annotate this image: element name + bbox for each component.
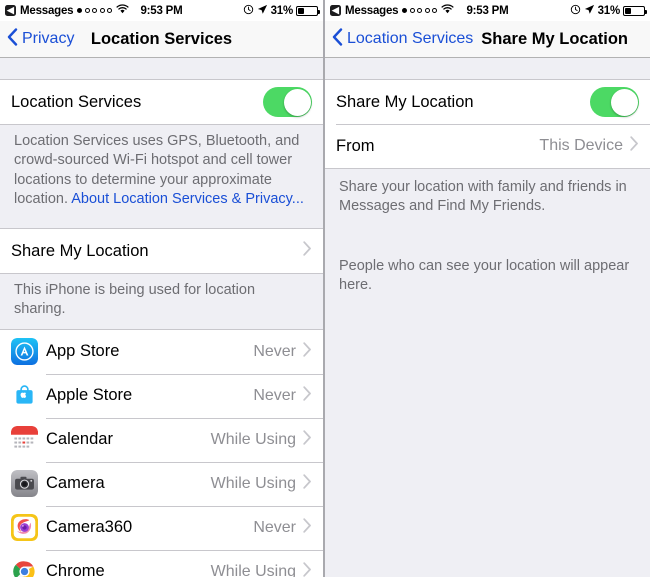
app-name-label: App Store — [46, 342, 120, 361]
status-bar-right: ◀ Messages 9:53 PM 31% — [325, 0, 650, 21]
app-store-icon — [11, 338, 38, 366]
left-content: Location Services Location Services uses… — [0, 58, 323, 577]
page-title-right: Share My Location — [481, 29, 628, 48]
status-bar-right-group: 31% — [570, 4, 647, 18]
app-permissions-group: App Store Never Apple Store Never Calend… — [0, 328, 323, 577]
location-services-group: Location Services — [0, 79, 323, 125]
toggle-share-my-location[interactable] — [590, 87, 639, 117]
camera-icon — [11, 470, 38, 498]
alarm-clock-icon — [243, 4, 254, 18]
status-bar-left: ◀ Messages 9:53 PM 31% — [0, 0, 323, 21]
chevron-right-icon — [630, 136, 639, 156]
from-value: This Device — [539, 137, 623, 154]
row-from[interactable]: From This Device — [325, 124, 650, 168]
back-button-location-services[interactable]: Location Services — [332, 27, 474, 51]
app-permission-value: Never — [253, 518, 296, 536]
row-label-from: From — [336, 136, 375, 155]
app-name-label: Apple Store — [46, 386, 133, 405]
share-my-location-group: Share My Location — [0, 228, 323, 275]
row-label-location-services: Location Services — [11, 92, 142, 111]
chevron-right-icon — [303, 241, 312, 261]
page-title-left: Location Services — [90, 29, 233, 48]
alarm-clock-icon — [570, 4, 581, 18]
left-screen-location-services: ◀ Messages 9:53 PM 31% Privacy Location … — [0, 0, 325, 577]
calendar-icon — [11, 426, 38, 454]
apple-store-icon — [11, 382, 38, 410]
about-location-services-privacy-link[interactable]: About Location Services & Privacy... — [71, 191, 304, 207]
spacer-mid-left — [0, 218, 323, 228]
spacer-top-left — [0, 58, 323, 79]
app-name-label: Chrome — [46, 562, 105, 577]
app-permission-value: While Using — [210, 474, 296, 492]
dual-screenshot-container: ◀ Messages 9:53 PM 31% Privacy Location … — [0, 0, 650, 577]
toggle-location-services[interactable] — [263, 87, 312, 117]
nav-bar-right: Location Services Share My Location — [325, 21, 650, 58]
chevron-right-icon — [303, 429, 312, 450]
row-share-my-location-toggle[interactable]: Share My Location — [325, 80, 650, 124]
chrome-icon — [11, 558, 38, 577]
share-location-settings-group: Share My Location From This Device — [325, 79, 650, 169]
chevron-right-icon — [303, 385, 312, 406]
battery-percent-label: 31% — [597, 4, 621, 17]
spacer-top-right — [325, 58, 650, 79]
chevron-right-icon — [303, 561, 312, 577]
row-location-services[interactable]: Location Services — [0, 80, 323, 124]
right-content: Share My Location From This Device Share… — [325, 58, 650, 577]
battery-icon — [296, 5, 320, 16]
row-share-my-location[interactable]: Share My Location — [0, 229, 323, 274]
row-label-share-my-location: Share My Location — [336, 92, 474, 111]
app-permission-value: Never — [253, 342, 296, 360]
battery-percent-label: 31% — [270, 4, 294, 17]
app-permission-value: Never — [253, 386, 296, 404]
camera360-icon — [11, 514, 38, 542]
location-services-description: Location Services uses GPS, Bluetooth, a… — [0, 125, 323, 218]
row-label-share-my-location: Share My Location — [11, 241, 149, 260]
chevron-right-icon — [303, 341, 312, 362]
chevron-left-icon — [332, 27, 343, 51]
location-arrow-icon — [584, 4, 595, 18]
app-name-label: Calendar — [46, 430, 113, 449]
app-name-label: Camera360 — [46, 518, 133, 537]
share-my-location-description: This iPhone is being used for location s… — [14, 282, 256, 318]
app-name-label: Camera — [46, 474, 105, 493]
right-screen-share-my-location: ◀ Messages 9:53 PM 31% Location Services… — [325, 0, 650, 577]
app-permission-value: While Using — [210, 562, 296, 577]
row-apple-store[interactable]: Apple Store Never — [0, 373, 323, 418]
chevron-right-icon — [303, 473, 312, 494]
row-chrome[interactable]: Chrome While Using — [0, 549, 323, 577]
spacer-mid-right — [325, 226, 650, 248]
location-arrow-icon — [257, 4, 268, 18]
app-permission-value: While Using — [210, 430, 296, 448]
status-bar-right-group: 31% — [243, 4, 320, 18]
back-button-label: Location Services — [347, 30, 474, 47]
nav-bar-left: Privacy Location Services — [0, 21, 323, 58]
chevron-right-icon — [303, 517, 312, 538]
row-app-store[interactable]: App Store Never — [0, 329, 323, 374]
share-location-description: Share your location with family and frie… — [339, 179, 627, 215]
row-calendar[interactable]: Calendar While Using — [0, 417, 323, 462]
row-camera360[interactable]: Camera360 Never — [0, 505, 323, 550]
battery-icon — [623, 5, 647, 16]
people-visibility-description: People who can see your location will ap… — [339, 257, 630, 293]
row-camera[interactable]: Camera While Using — [0, 461, 323, 506]
